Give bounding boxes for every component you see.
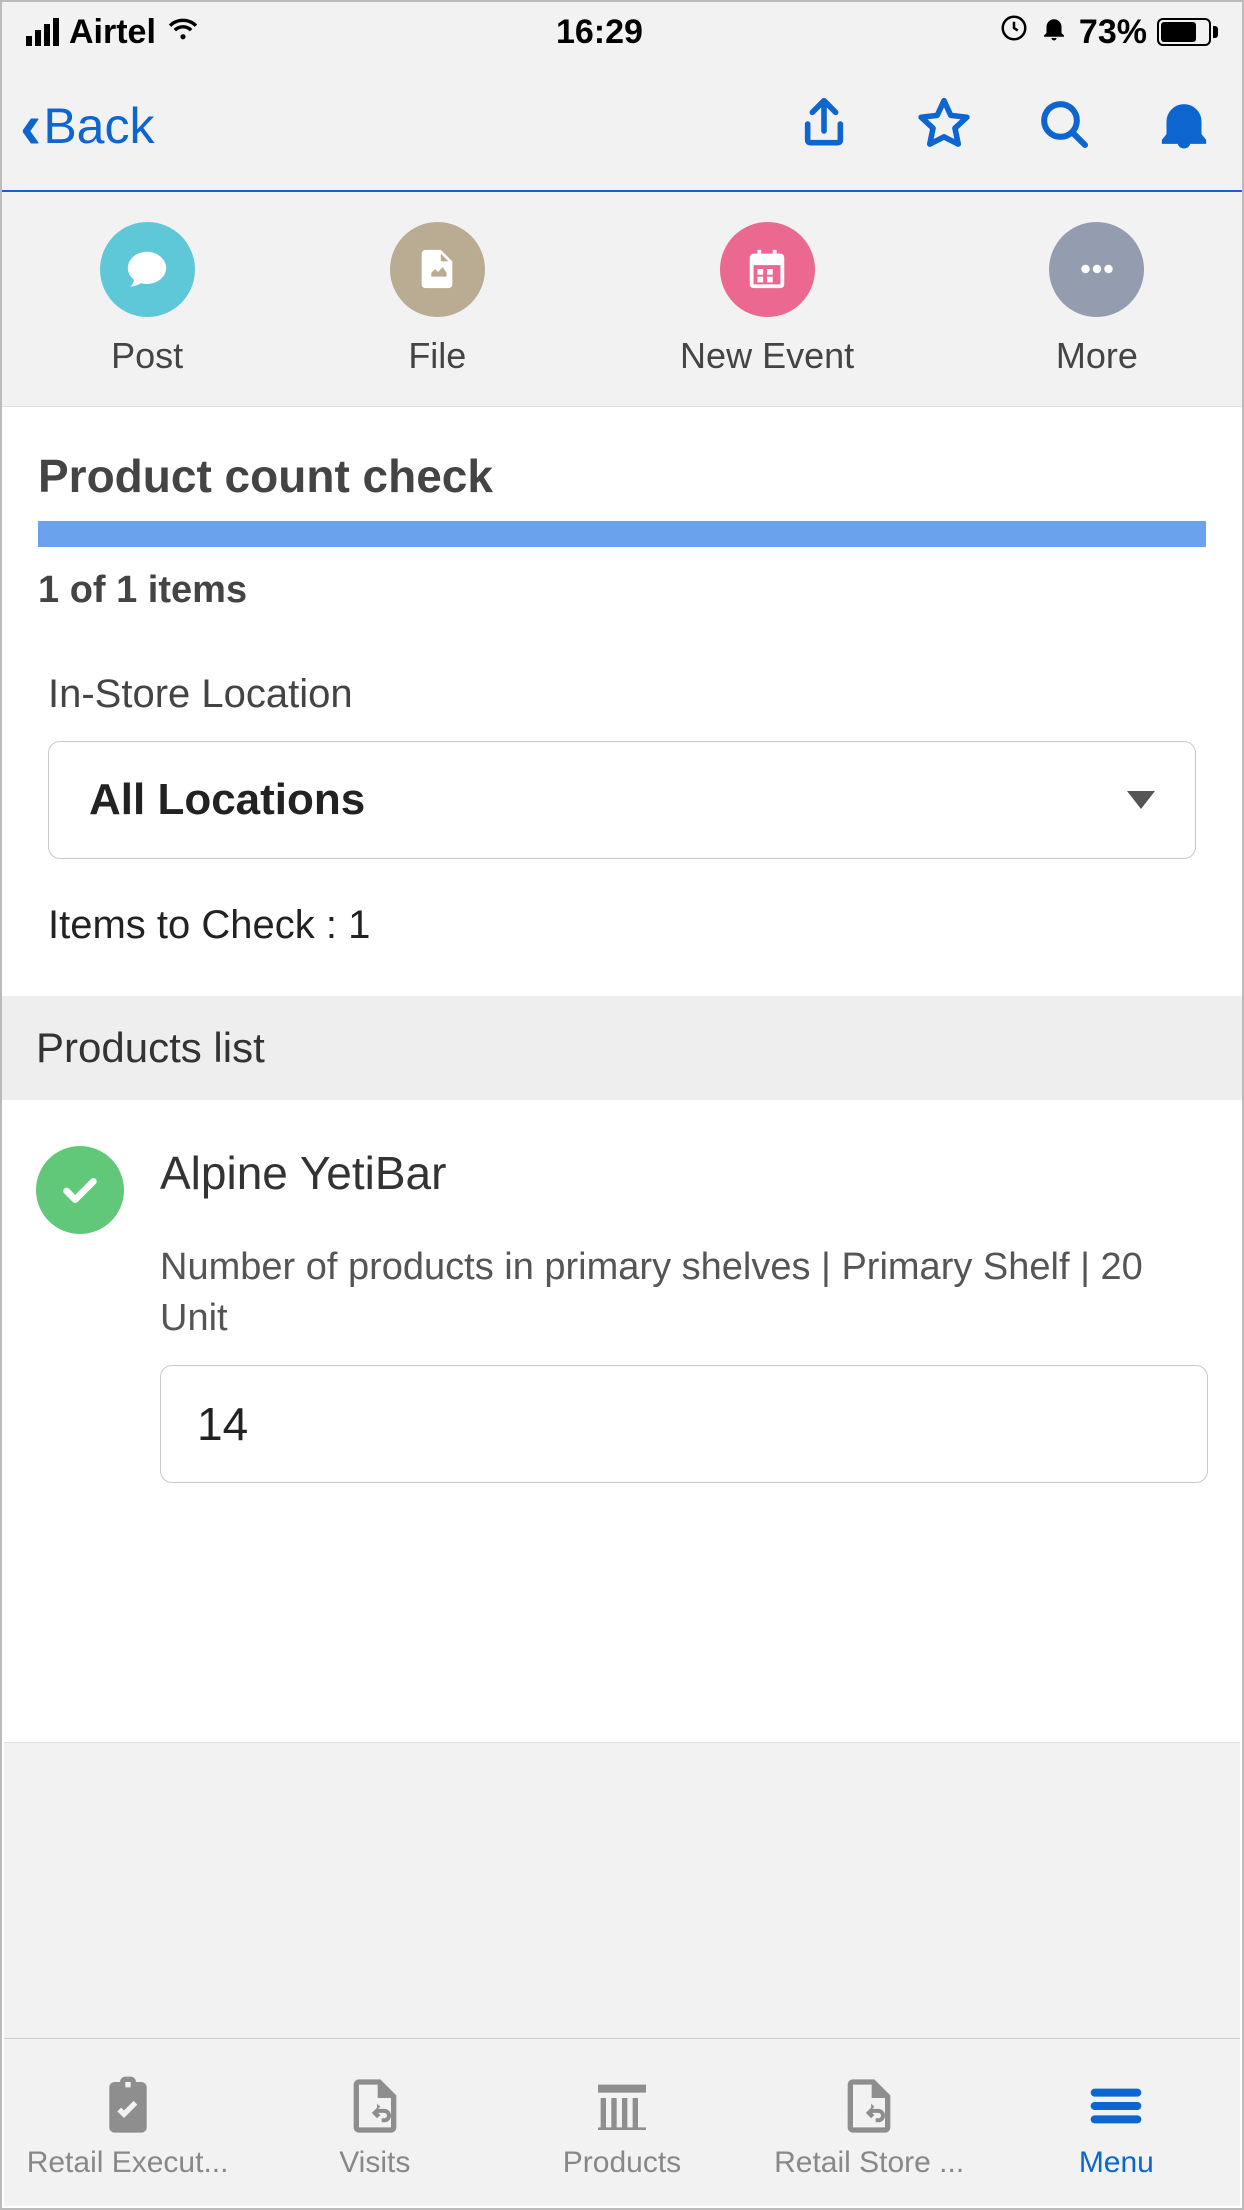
tab-retail-execution[interactable]: Retail Execut... [4, 2074, 251, 2180]
check-icon [36, 1146, 124, 1234]
action-post[interactable]: Post [100, 222, 195, 377]
more-icon [1049, 222, 1144, 317]
tab-visits[interactable]: Visits [251, 2074, 498, 2180]
progress-text: 1 of 1 items [2, 569, 1242, 672]
back-button[interactable]: ‹ Back [20, 94, 154, 158]
wifi-icon [166, 11, 200, 54]
action-more-label: More [1056, 335, 1138, 377]
signal-icon [26, 18, 59, 46]
product-name: Alpine YetiBar [160, 1146, 1208, 1200]
location-value: All Locations [89, 775, 365, 825]
alarm-icon [1039, 13, 1069, 52]
page-title: Product count check [2, 407, 1242, 521]
location-label: In-Store Location [2, 672, 1242, 741]
action-file[interactable]: File [390, 222, 485, 377]
tab-label: Products [563, 2146, 681, 2180]
products-list-header: Products list [2, 996, 1242, 1100]
tab-label: Retail Execut... [27, 2146, 229, 2180]
back-label: Back [43, 97, 154, 155]
nav-bar: ‹ Back [2, 62, 1242, 192]
file-icon [390, 222, 485, 317]
quick-actions: Post File New Event More [2, 192, 1242, 407]
location-select[interactable]: All Locations [48, 741, 1196, 859]
search-icon[interactable] [1036, 96, 1092, 157]
product-row: Alpine YetiBar Number of products in pri… [2, 1100, 1242, 1513]
orientation-lock-icon [999, 13, 1029, 52]
tab-retail-store[interactable]: Retail Store ... [746, 2074, 993, 2180]
empty-area [4, 1742, 1240, 2038]
tab-label: Visits [339, 2146, 410, 2180]
product-subtitle: Number of products in primary shelves | … [160, 1242, 1208, 1345]
action-new-event-label: New Event [680, 335, 854, 377]
battery-icon [1157, 18, 1218, 46]
battery-pct: 73% [1079, 13, 1147, 52]
tab-menu[interactable]: Menu [993, 2074, 1240, 2180]
calendar-icon [720, 222, 815, 317]
tab-label: Menu [1079, 2146, 1154, 2180]
action-new-event[interactable]: New Event [680, 222, 854, 377]
clock: 16:29 [556, 13, 643, 52]
chevron-left-icon: ‹ [20, 94, 41, 158]
share-icon[interactable] [796, 96, 852, 157]
chevron-down-icon [1127, 791, 1155, 809]
tab-label: Retail Store ... [774, 2146, 964, 2180]
bell-icon[interactable] [1156, 96, 1212, 157]
progress-bar [38, 521, 1206, 547]
carrier-label: Airtel [69, 13, 156, 52]
action-post-label: Post [111, 335, 183, 377]
tab-bar: Retail Execut... Visits Products Retail … [4, 2038, 1240, 2206]
tab-products[interactable]: Products [498, 2074, 745, 2180]
action-file-label: File [408, 335, 466, 377]
product-count-input[interactable] [160, 1365, 1208, 1483]
post-icon [100, 222, 195, 317]
star-icon[interactable] [916, 96, 972, 157]
action-more[interactable]: More [1049, 222, 1144, 377]
status-bar: Airtel 16:29 73% [2, 2, 1242, 62]
items-to-check: Items to Check : 1 [2, 903, 1242, 996]
